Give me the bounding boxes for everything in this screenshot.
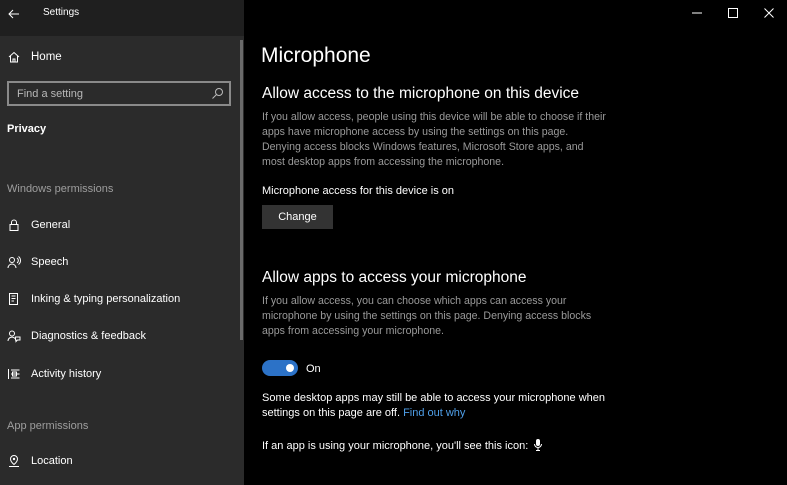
find-out-why-link[interactable]: Find out why [403, 407, 465, 419]
home-icon [8, 51, 20, 63]
sidebar-item-label: Diagnostics & feedback [31, 330, 146, 342]
sidebar-item-label: Inking & typing personalization [31, 293, 181, 305]
sidebar-item-home[interactable]: Home [0, 44, 244, 72]
main-content: Microphone Allow access to the microphon… [244, 0, 787, 485]
device-access-heading: Allow access to the microphone on this d… [262, 85, 580, 102]
sidebar-item-activity-history[interactable]: Activity history [0, 360, 244, 390]
sidebar-item-label: Home [31, 51, 62, 63]
close-button[interactable] [751, 0, 787, 26]
change-button[interactable]: Change [262, 205, 333, 229]
sidebar-item-diagnostics[interactable]: Diagnostics & feedback [0, 322, 244, 352]
device-access-status: Microphone access for this device is on [262, 185, 454, 197]
group-label-app-permissions: App permissions [7, 420, 89, 432]
desktop-apps-note: Some desktop apps may still be able to a… [262, 391, 612, 421]
minimize-button[interactable] [679, 0, 715, 26]
speech-icon [7, 256, 21, 269]
search-box[interactable] [7, 81, 231, 106]
location-icon [9, 454, 19, 467]
inking-icon [9, 293, 18, 305]
window-controls [679, 0, 787, 26]
sidebar-item-label: Location [31, 455, 73, 467]
device-access-description: If you allow access, people using this d… [262, 111, 606, 168]
sidebar-item-label: Speech [31, 256, 69, 268]
search-icon[interactable] [211, 87, 224, 100]
app-access-description: If you allow access, you can choose whic… [262, 295, 592, 337]
toggle-knob [286, 364, 294, 372]
sidebar-item-label: Activity history [31, 368, 102, 380]
sidebar-item-speech[interactable]: Speech [0, 248, 244, 278]
maximize-icon [728, 8, 738, 18]
lock-icon [9, 219, 19, 231]
minimize-icon [692, 12, 702, 14]
toggle-state-label: On [306, 363, 321, 375]
sidebar: Settings Home Privacy Windows permission… [0, 0, 244, 485]
search-input[interactable] [9, 83, 204, 104]
sidebar-item-inking[interactable]: Inking & typing personalization [0, 285, 244, 315]
app-access-toggle[interactable] [262, 360, 298, 376]
page-title: Microphone [261, 44, 371, 67]
app-title: Settings [43, 7, 80, 18]
section-title: Privacy [7, 123, 47, 135]
sidebar-item-general[interactable]: General [0, 211, 244, 241]
close-icon [764, 8, 774, 18]
sidebar-item-label: General [31, 219, 71, 231]
maximize-button[interactable] [715, 0, 751, 26]
icon-note: If an app is using your microphone, you'… [262, 440, 529, 452]
microphone-icon [534, 439, 542, 451]
feedback-icon [7, 330, 21, 343]
title-bar: Settings [0, 0, 244, 36]
sidebar-scrollbar[interactable] [240, 40, 243, 340]
app-access-heading: Allow apps to access your microphone [262, 269, 527, 286]
history-icon [8, 369, 20, 379]
group-label-windows-permissions: Windows permissions [7, 183, 114, 195]
sidebar-item-location[interactable]: Location [0, 447, 244, 477]
back-button[interactable] [0, 0, 28, 28]
back-arrow-icon [8, 9, 19, 19]
